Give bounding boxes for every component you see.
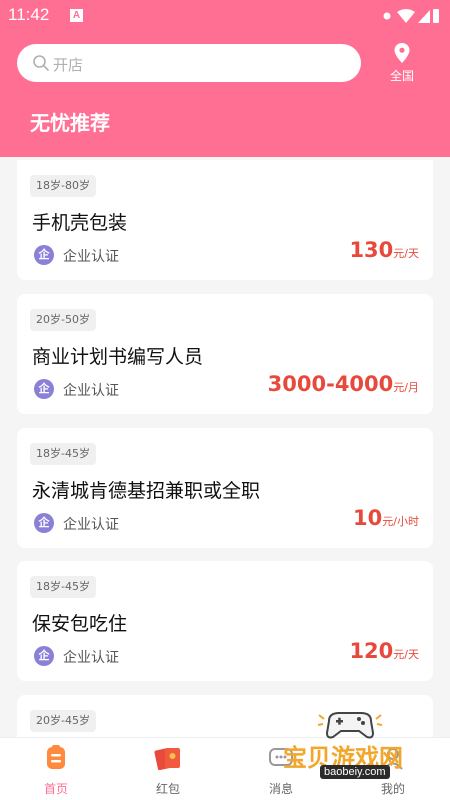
job-title: 永清城肯德基招兼职或全职	[32, 480, 261, 502]
status-time: 11:42	[8, 5, 50, 24]
cert-label: 企业认证	[63, 517, 119, 533]
notification-icon: A	[70, 9, 83, 22]
signal-dot-icon	[383, 12, 391, 20]
salary-unit: 元/天	[393, 648, 419, 661]
red-packet-icon	[154, 748, 180, 771]
search-icon	[33, 55, 49, 71]
job-title: 手机壳包装	[32, 212, 128, 234]
age-tag: 20岁-45岁	[30, 710, 96, 732]
salary: 3000-4000元/月	[268, 372, 419, 396]
search-placeholder: 开店	[53, 56, 84, 74]
wifi-icon	[397, 9, 415, 23]
watermark: 宝贝游戏网 baobeiy.com	[280, 705, 445, 790]
status-icons	[383, 9, 439, 23]
cell-signal-icon	[418, 10, 430, 23]
cert-label: 企业认证	[63, 383, 119, 399]
cert-label: 企业认证	[63, 249, 119, 265]
salary-amount: 120	[349, 639, 394, 663]
job-title: 商业计划书编写人员	[32, 346, 204, 368]
tab-home[interactable]: 首页	[11, 738, 101, 800]
tab-red-packet[interactable]: 红包	[123, 738, 213, 800]
enterprise-cert-icon: 企	[34, 245, 54, 265]
age-tag: 18岁-45岁	[30, 576, 96, 598]
battery-icon	[433, 9, 439, 23]
salary: 10元/小时	[353, 506, 419, 530]
enterprise-cert-icon: 企	[34, 379, 54, 399]
watermark-url: baobeiy.com	[320, 765, 390, 779]
tab-label: 红包	[155, 782, 180, 796]
job-card[interactable]: 18岁-45岁 永清城肯德基招兼职或全职 企 企业认证 10元/小时	[17, 428, 433, 548]
job-title: 保安包吃住	[32, 613, 128, 635]
job-list: 18岁-80岁 手机壳包装 企 企业认证 130元/天 20岁-50岁 商业计划…	[0, 157, 450, 737]
enterprise-cert-icon: 企	[34, 513, 54, 533]
search-input[interactable]: 开店	[17, 44, 361, 82]
job-card[interactable]: 18岁-45岁 保安包吃住 企 企业认证 120元/天	[17, 561, 433, 681]
salary-unit: 元/天	[393, 247, 419, 260]
salary-unit: 元/小时	[382, 515, 419, 528]
age-tag: 18岁-45岁	[30, 443, 96, 465]
salary-amount: 10	[353, 506, 383, 530]
salary: 130元/天	[349, 238, 419, 262]
salary-unit: 元/月	[393, 381, 419, 394]
status-bar: 11:42 A	[0, 0, 450, 32]
section-title: 无忧推荐	[30, 111, 110, 135]
location-pin-icon	[394, 43, 410, 63]
salary-amount: 130	[349, 238, 394, 262]
cert-label: 企业认证	[63, 650, 119, 666]
age-tag: 18岁-80岁	[30, 175, 96, 197]
age-tag: 20岁-50岁	[30, 309, 96, 331]
location-button[interactable]: 全国	[380, 42, 424, 86]
salary-amount: 3000-4000	[267, 372, 394, 396]
enterprise-cert-icon: 企	[34, 646, 54, 666]
location-label: 全国	[389, 69, 414, 83]
gamepad-logo-icon	[317, 712, 383, 739]
tab-label: 首页	[43, 782, 68, 796]
job-card[interactable]: 20岁-50岁 商业计划书编写人员 企 企业认证 3000-4000元/月	[17, 294, 433, 414]
job-card[interactable]: 18岁-80岁 手机壳包装 企 企业认证 130元/天	[17, 160, 433, 280]
header: 11:42 A 开店 全国 无忧推荐	[0, 0, 450, 157]
home-icon	[47, 745, 65, 769]
salary: 120元/天	[349, 639, 419, 663]
